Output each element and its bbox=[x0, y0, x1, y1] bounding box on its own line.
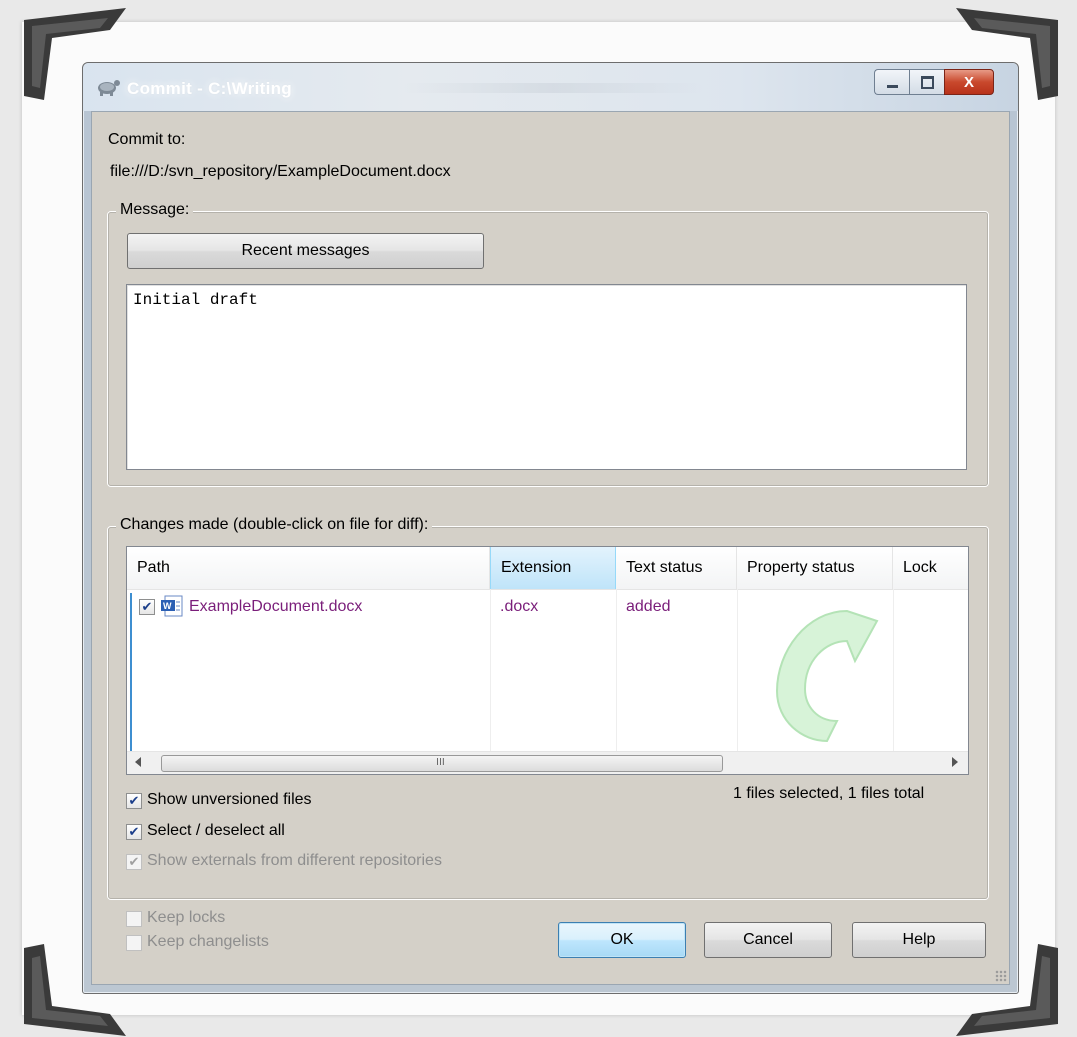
cancel-button[interactable]: Cancel bbox=[704, 922, 832, 958]
checkmark-icon: ✔ bbox=[128, 854, 140, 870]
row-path: ExampleDocument.docx bbox=[189, 598, 363, 615]
word-document-icon: W bbox=[161, 595, 185, 617]
column-header-text-status[interactable]: Text status bbox=[616, 547, 737, 589]
commit-dialog: Commit - C:\Writing X Commit to: file://… bbox=[82, 62, 1019, 994]
maximize-button[interactable] bbox=[909, 69, 944, 95]
column-header-path[interactable]: Path bbox=[127, 547, 490, 589]
checkmark-icon: ✔ bbox=[128, 793, 140, 809]
show-externals-label: Show externals from different repositori… bbox=[147, 852, 442, 869]
column-header-extension[interactable]: Extension bbox=[490, 547, 616, 589]
changes-list[interactable]: Path Extension Text status Property stat… bbox=[126, 546, 969, 775]
column-header-lock[interactable]: Lock bbox=[893, 547, 968, 589]
ok-label: OK bbox=[610, 931, 634, 948]
help-label: Help bbox=[902, 931, 936, 948]
title-blur bbox=[403, 83, 703, 93]
scroll-thumb[interactable]: III bbox=[161, 755, 723, 772]
show-unversioned-label: Show unversioned files bbox=[147, 791, 312, 808]
close-icon: X bbox=[963, 73, 974, 91]
row-extension: .docx bbox=[500, 598, 539, 615]
checkbox-box: ✔ bbox=[126, 854, 142, 870]
dialog-body: Commit to: file:///D:/svn_repository/Exa… bbox=[91, 111, 1010, 985]
checkmark-icon: ✔ bbox=[141, 599, 153, 615]
select-all-label: Select / deselect all bbox=[147, 822, 285, 839]
checkmark-icon: ✔ bbox=[128, 824, 140, 840]
maximize-icon bbox=[920, 75, 934, 89]
show-unversioned-checkbox[interactable]: ✔ Show unversioned files bbox=[126, 790, 446, 812]
ok-button[interactable]: OK bbox=[558, 922, 686, 958]
selection-summary: 1 files selected, 1 files total bbox=[733, 785, 925, 802]
row-checkbox[interactable]: ✔ bbox=[139, 599, 155, 615]
checkbox-box bbox=[126, 935, 142, 951]
message-group-label: Message: bbox=[116, 201, 194, 219]
checkbox-box: ✔ bbox=[126, 793, 142, 809]
tortoise-icon bbox=[95, 75, 121, 97]
cancel-label: Cancel bbox=[743, 931, 793, 948]
keep-changelists-label: Keep changelists bbox=[147, 933, 269, 950]
minimize-button[interactable] bbox=[874, 69, 909, 95]
commit-to-url: file:///D:/svn_repository/ExampleDocumen… bbox=[110, 163, 451, 180]
checkbox-box: ✔ bbox=[126, 824, 142, 840]
minimize-icon bbox=[886, 84, 898, 88]
keep-locks-label: Keep locks bbox=[147, 909, 226, 926]
select-all-checkbox[interactable]: ✔ Select / deselect all bbox=[126, 821, 446, 843]
message-textarea[interactable]: Initial draft bbox=[126, 284, 967, 470]
checkbox-box bbox=[126, 911, 142, 927]
help-button[interactable]: Help bbox=[852, 922, 986, 958]
recent-messages-label: Recent messages bbox=[241, 242, 370, 259]
keep-changelists-checkbox: Keep changelists bbox=[126, 932, 326, 954]
horizontal-scrollbar[interactable]: III bbox=[127, 751, 968, 774]
changes-group-label: Changes made (double-click on file for d… bbox=[116, 516, 433, 534]
keep-locks-checkbox: Keep locks bbox=[126, 908, 326, 930]
table-row[interactable]: ✔ W ExampleDocument.docx .docx added bbox=[127, 591, 968, 621]
recent-messages-button[interactable]: Recent messages bbox=[127, 233, 484, 269]
row-text-status: added bbox=[626, 598, 671, 615]
title-bar[interactable]: Commit - C:\Writing X bbox=[83, 63, 1018, 111]
resize-grip-icon[interactable] bbox=[995, 970, 1007, 982]
close-button[interactable]: X bbox=[944, 69, 994, 95]
scroll-left-icon[interactable] bbox=[135, 757, 141, 767]
column-header-property-status[interactable]: Property status bbox=[737, 547, 893, 589]
svg-text:W: W bbox=[163, 601, 172, 611]
window-title: Commit - C:\Writing bbox=[127, 79, 292, 98]
show-externals-checkbox: ✔ Show externals from different reposito… bbox=[126, 851, 546, 873]
scroll-grip: III bbox=[436, 757, 445, 768]
window-controls: X bbox=[874, 69, 994, 95]
list-header: Path Extension Text status Property stat… bbox=[127, 547, 968, 590]
scroll-right-icon[interactable] bbox=[952, 757, 958, 767]
commit-to-label: Commit to: bbox=[108, 131, 186, 148]
